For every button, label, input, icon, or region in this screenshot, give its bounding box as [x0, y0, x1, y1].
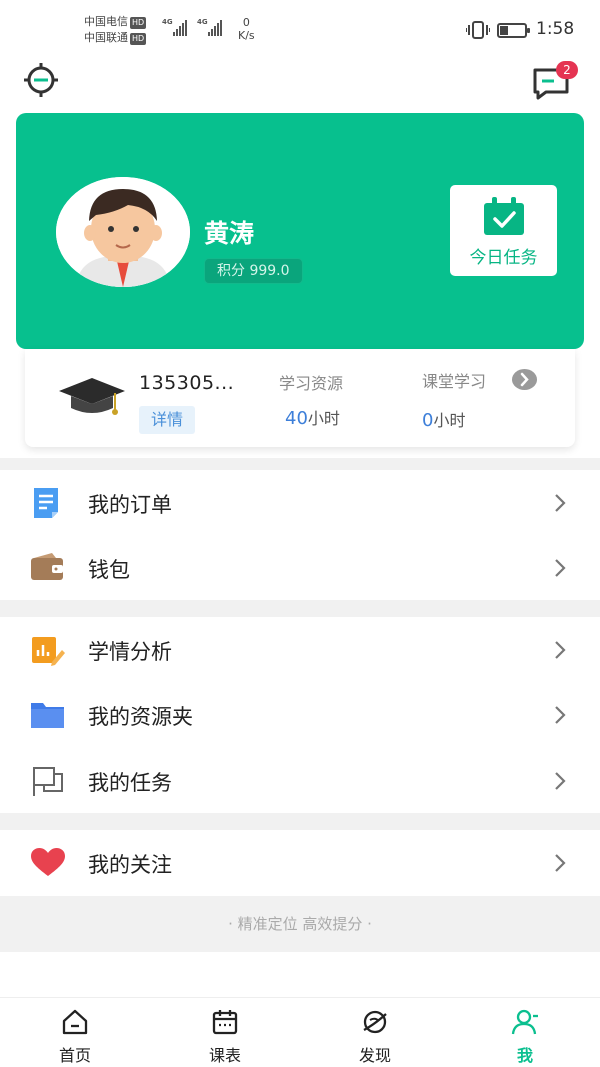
study-resources-label: 学习资源 — [279, 374, 344, 393]
settings-button[interactable] — [22, 61, 60, 99]
classroom-value: 0 — [422, 410, 434, 431]
menu-label-tasks: 我的任务 — [88, 771, 172, 795]
tab-schedule[interactable]: 课表 — [150, 998, 300, 1067]
menu-item-analysis[interactable]: 学情分析 — [0, 617, 600, 682]
chevron-right-icon — [555, 854, 566, 872]
tab-home-label: 首页 — [58, 1046, 91, 1065]
folder-icon — [31, 703, 64, 728]
settings-icon — [24, 63, 58, 97]
tab-profile[interactable]: 我 — [450, 998, 600, 1067]
today-task-button[interactable]: 今日任务 — [450, 185, 557, 276]
chevron-right-icon — [555, 494, 566, 512]
carrier-2: 中国联通 HD — [84, 31, 147, 45]
tab-schedule-label: 课表 — [208, 1046, 241, 1065]
tab-discover[interactable]: 发现 — [300, 998, 450, 1067]
menu-label-resource-folder: 我的资源夹 — [88, 705, 193, 729]
status-bar: 中国电信 HD 中国联通 HD 4G 4G 0 K/s 1:58 — [0, 0, 600, 50]
tab-discover-label: 发现 — [358, 1046, 391, 1065]
hd-badge: HD — [130, 17, 147, 29]
menu-label-wallet: 钱包 — [88, 558, 130, 582]
tab-profile-label: 我 — [516, 1046, 533, 1065]
hd-badge: HD — [130, 33, 147, 45]
flag-icon — [33, 767, 63, 796]
menu-item-orders[interactable]: 我的订单 — [0, 470, 600, 535]
arrow-right-icon — [520, 372, 529, 387]
discover-icon — [363, 1010, 387, 1034]
chevron-right-icon — [555, 641, 566, 659]
heart-icon — [31, 848, 65, 876]
message-count-badge: 2 — [556, 61, 578, 79]
carrier-1: 中国电信 HD — [84, 15, 147, 29]
profile-icon — [511, 1009, 538, 1035]
analysis-chart-icon — [32, 637, 65, 666]
section-divider — [0, 600, 600, 617]
study-resources-hours: 40小时 — [285, 405, 340, 429]
menu-label-follows: 我的关注 — [88, 853, 172, 877]
chevron-right-icon — [555, 772, 566, 790]
graduation-cap-icon — [59, 378, 125, 415]
home-icon — [62, 1009, 88, 1035]
speed-unit: K/s — [238, 29, 255, 42]
classroom-label[interactable]: 课堂学习 — [422, 368, 486, 392]
carrier-1-label: 中国电信 — [84, 15, 128, 28]
account-number: 135305... — [139, 372, 235, 394]
carrier-2-label: 中国联通 — [84, 31, 128, 44]
menu-item-wallet[interactable]: 钱包 — [0, 535, 600, 600]
menu-item-follows[interactable]: 我的关注 — [0, 830, 600, 895]
battery-icon — [497, 23, 530, 38]
menu-item-tasks[interactable]: 我的任务 — [0, 748, 600, 813]
study-resources-value: 40 — [285, 408, 308, 429]
signal-icon — [208, 20, 222, 36]
classroom-hours: 0小时 — [422, 407, 465, 431]
menu-label-orders: 我的订单 — [88, 493, 172, 517]
clock: 1:58 — [536, 19, 575, 39]
avatar-image — [56, 177, 190, 287]
vibrate-icon — [466, 21, 490, 39]
network-type-2: 4G — [197, 18, 208, 26]
slogan-text: · 精准定位 高效提分 · — [228, 915, 372, 933]
chevron-right-icon — [555, 559, 566, 577]
wallet-icon — [31, 553, 63, 580]
task-calendar-icon — [484, 197, 524, 235]
points-badge: 积分 999.0 — [204, 258, 303, 284]
classroom-unit: 小时 — [433, 411, 466, 430]
speed-value: 0 — [242, 16, 250, 29]
chevron-right-icon — [555, 706, 566, 724]
calendar-icon — [212, 1010, 238, 1035]
order-icon — [34, 488, 58, 518]
network-speed: 0 K/s — [238, 16, 255, 42]
menu-label-analysis: 学情分析 — [88, 640, 172, 664]
network-type-1: 4G — [162, 18, 173, 26]
today-task-label: 今日任务 — [469, 248, 538, 268]
bottom-tab-bar: 首页 课表 发现 我 — [0, 997, 600, 1067]
tab-home[interactable]: 首页 — [0, 998, 150, 1067]
user-name: 黄涛 — [204, 219, 255, 248]
section-divider — [0, 813, 600, 830]
study-resources-unit: 小时 — [307, 409, 340, 428]
section-divider — [0, 458, 600, 470]
detail-button[interactable]: 详情 — [139, 406, 195, 434]
classroom-arrow-icon[interactable] — [512, 369, 537, 390]
avatar[interactable] — [56, 177, 190, 287]
signal-icon — [173, 20, 187, 36]
menu-item-resource-folder[interactable]: 我的资源夹 — [0, 682, 600, 747]
